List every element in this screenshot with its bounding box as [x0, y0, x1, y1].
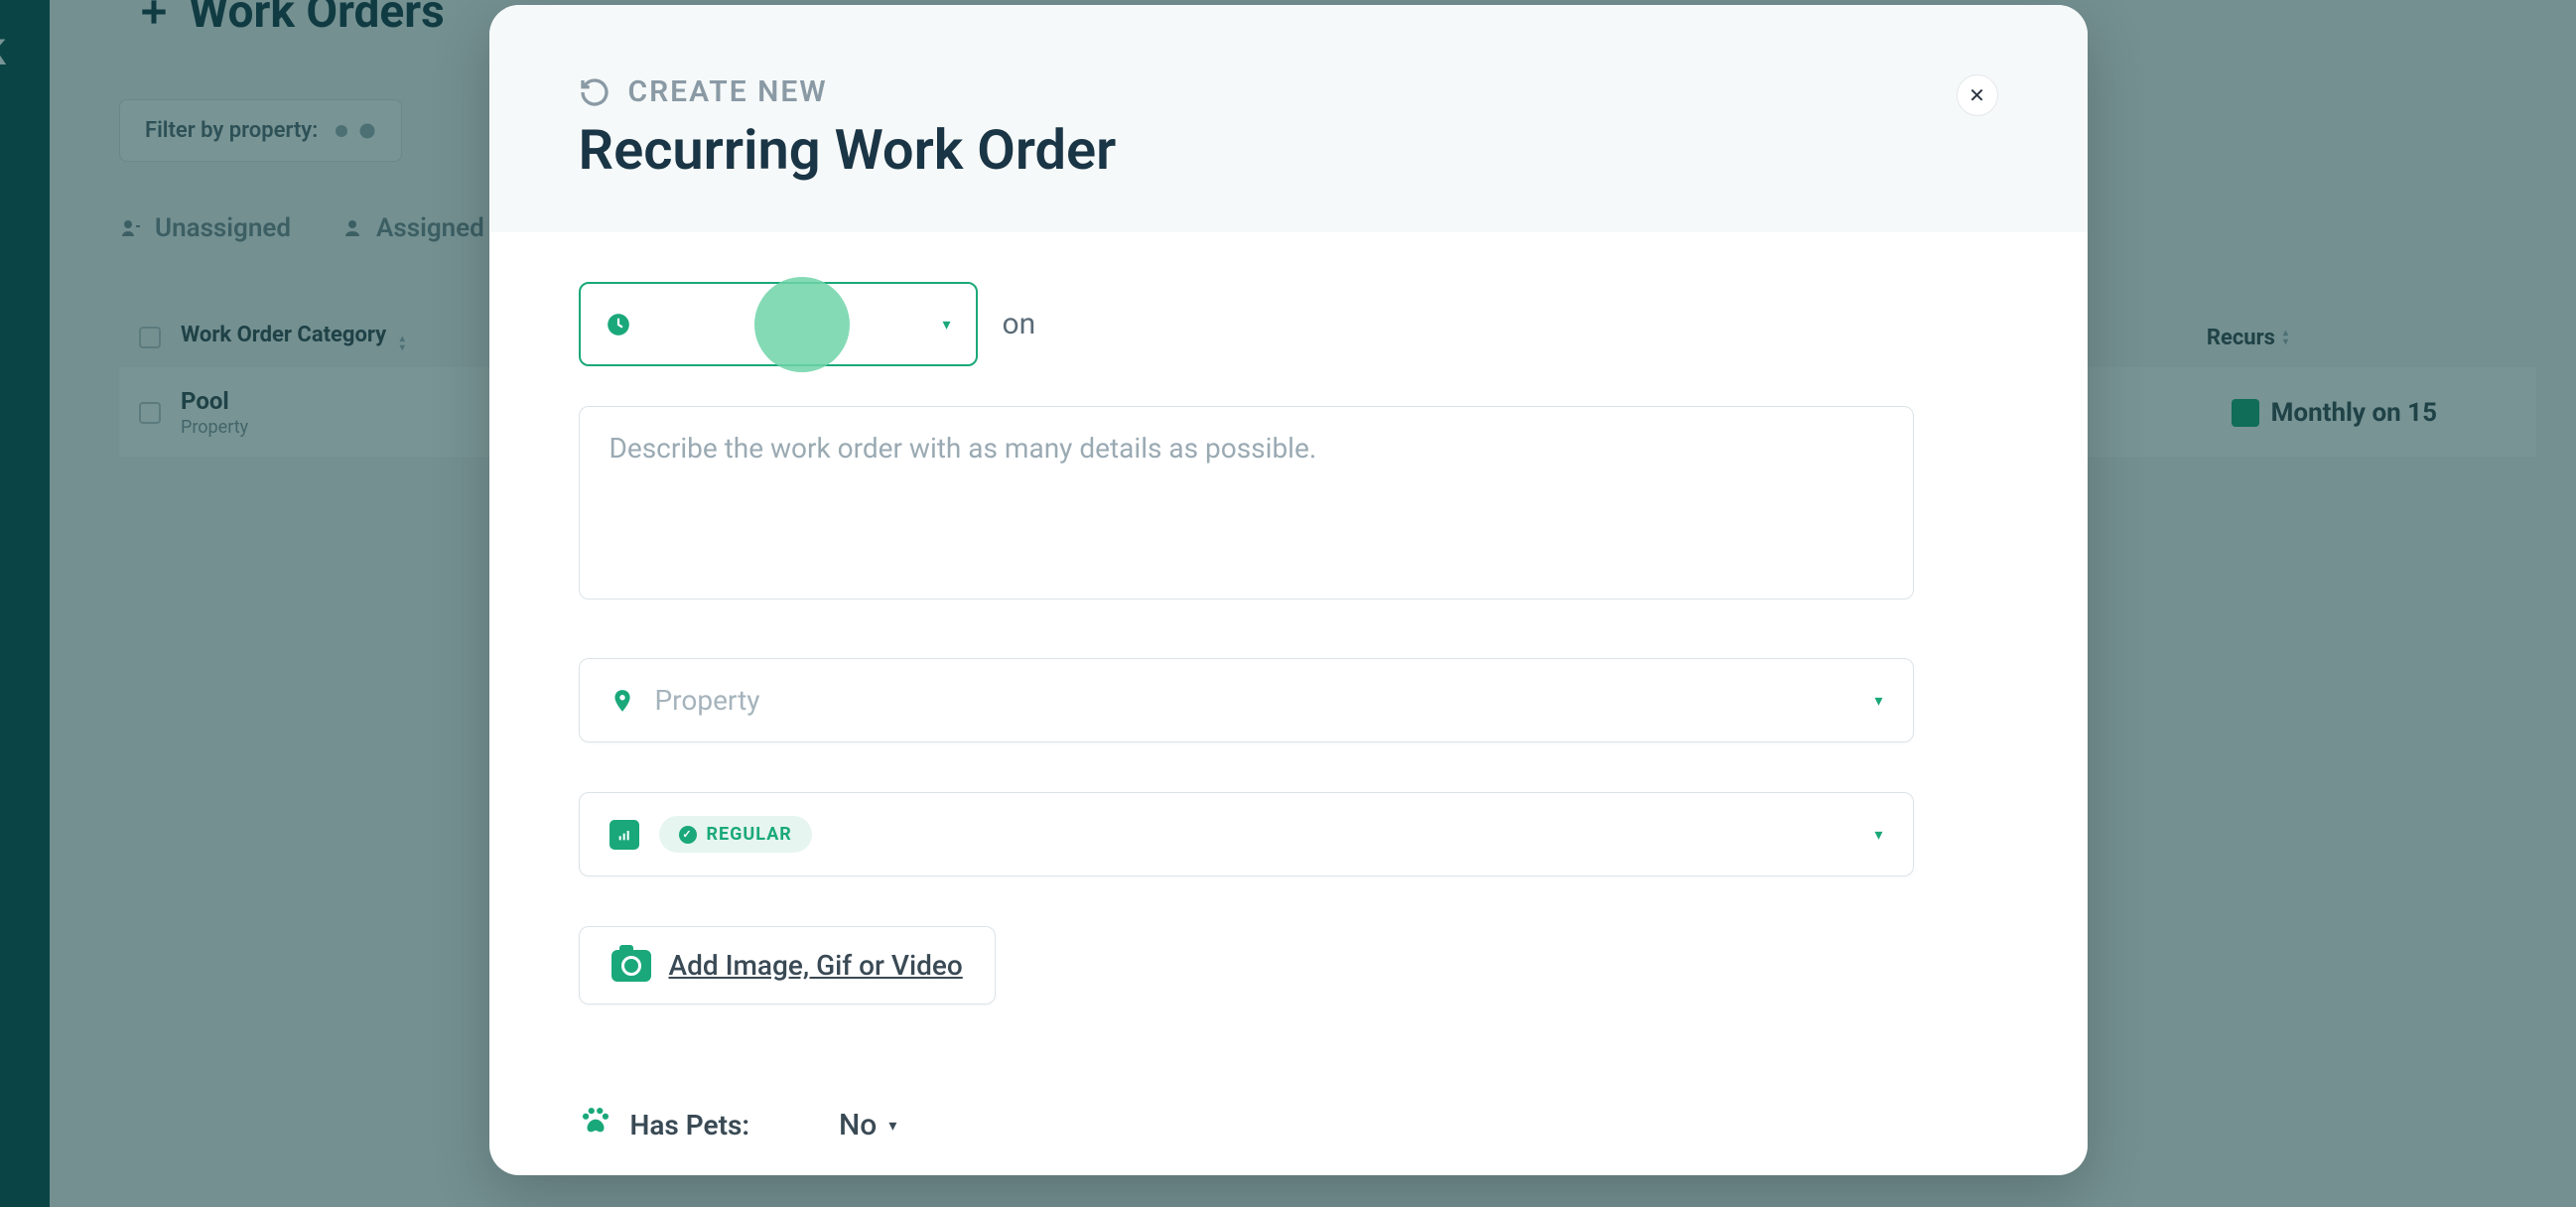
close-icon: ✕	[1968, 83, 1985, 108]
recurring-icon	[579, 76, 610, 108]
frequency-row: ▾ on	[579, 282, 1998, 366]
priority-select[interactable]: ✓ REGULAR ▾	[579, 792, 1914, 876]
add-media-label: Add Image, Gif or Video	[669, 949, 963, 982]
modal-overline: CREATE NEW	[579, 74, 1998, 109]
chevron-down-icon: ▾	[1874, 825, 1882, 844]
modal-title: Recurring Work Order	[579, 117, 1998, 183]
frequency-select[interactable]: ▾	[579, 282, 978, 366]
highlight-indicator	[754, 277, 850, 372]
chevron-down-icon: ▾	[888, 1116, 896, 1135]
priority-value: REGULAR	[707, 824, 792, 845]
priority-icon	[610, 820, 639, 850]
has-pets-label-text: Has Pets:	[630, 1109, 750, 1141]
description-textarea[interactable]	[579, 406, 1914, 600]
has-pets-select[interactable]: No ▾	[839, 1108, 896, 1142]
location-pin-icon	[610, 688, 635, 714]
create-recurring-work-order-modal: ✕ CREATE NEW Recurring Work Order ▾ on	[489, 5, 2088, 1175]
add-media-button[interactable]: Add Image, Gif or Video	[579, 926, 996, 1005]
on-label: on	[1003, 307, 1036, 341]
modal-overlay[interactable]: ✕ CREATE NEW Recurring Work Order ▾ on	[0, 0, 2576, 1207]
has-pets-row: Has Pets: No ▾	[579, 1104, 1998, 1145]
chevron-down-icon: ▾	[1874, 691, 1882, 710]
chevron-down-icon: ▾	[942, 315, 950, 334]
priority-pill: ✓ REGULAR	[659, 816, 812, 853]
check-circle-icon: ✓	[679, 826, 697, 844]
close-button[interactable]: ✕	[1957, 74, 1998, 116]
has-pets-label: Has Pets:	[579, 1104, 750, 1145]
modal-header: ✕ CREATE NEW Recurring Work Order	[489, 5, 2088, 232]
property-select[interactable]: Property ▾	[579, 658, 1914, 742]
paw-icon	[579, 1104, 612, 1145]
modal-body: ▾ on Property ▾ ✓ REGULAR ▾	[489, 232, 2088, 1175]
camera-icon	[611, 950, 651, 982]
has-pets-value-text: No	[839, 1108, 877, 1142]
clock-icon	[606, 312, 631, 337]
modal-overline-text: CREATE NEW	[628, 74, 828, 109]
property-placeholder: Property	[655, 684, 760, 717]
